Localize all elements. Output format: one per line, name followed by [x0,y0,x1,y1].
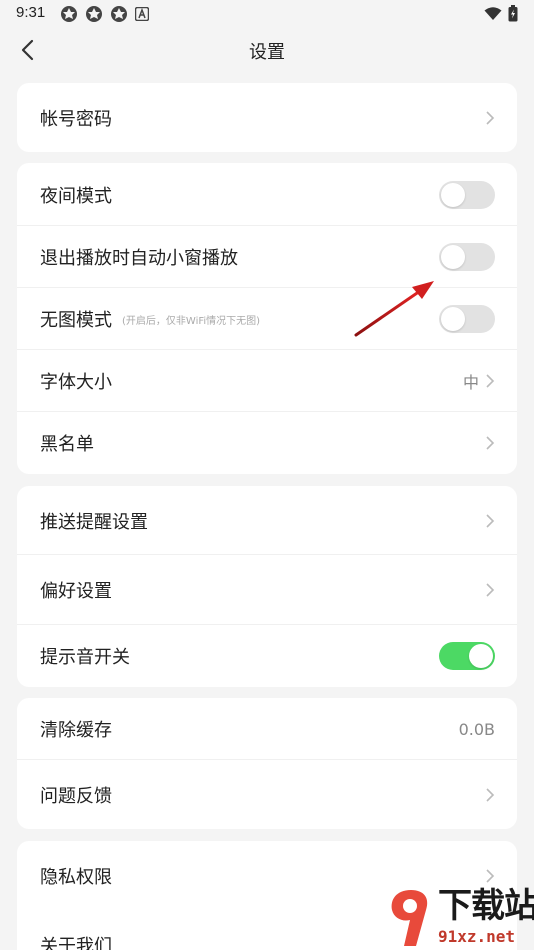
preferences-card: 推送提醒设置 偏好设置 提示音开关 [17,486,517,687]
preference-settings-row[interactable]: 偏好设置 [17,555,517,625]
app-bar: 设置 [0,28,534,72]
feedback-row[interactable]: 问题反馈 [17,760,517,829]
notification-sound-row: 提示音开关 [17,625,517,687]
night-mode-toggle[interactable] [439,180,495,209]
row-label: 清除缓存 [40,720,112,741]
font-size-value: 中 [462,373,479,392]
auto-mini-window-row: 退出播放时自动小窗播放 [17,226,517,288]
notification-app-icon [61,6,77,22]
no-image-mode-toggle[interactable] [439,305,495,333]
toggle-knob [441,182,465,207]
cache-size-value: 0.0B [458,719,495,739]
row-label: 关于我们 [40,936,112,950]
row-label: 黑名单 [40,434,94,455]
chevron-right-icon [486,583,495,597]
notification-app-icon [86,6,102,22]
chevron-right-icon [486,110,495,125]
row-label: 问题反馈 [40,785,112,807]
row-label: 提示音开关 [40,647,130,668]
night-mode-row: 夜间模式 [17,163,517,226]
row-hint: (开启后，仅非WiFi情况下无图) [122,315,261,327]
display-card: 夜间模式 退出播放时自动小窗播放 无图模式 (开启后，仅非WiFi情况下无图) … [17,163,517,474]
row-label: 帐号密码 [40,108,112,130]
chevron-right-icon [486,513,495,528]
site-logo-icon [391,890,428,946]
account-card: 帐号密码 [17,83,517,152]
toggle-knob [441,245,465,269]
font-notification-icon [135,7,149,21]
no-image-mode-row: 无图模式 (开启后，仅非WiFi情况下无图) [17,288,517,350]
watermark: 下载站 91xz.net [386,886,534,950]
system-icons [484,5,518,22]
row-label: 字体大小 [40,372,112,393]
clear-cache-row[interactable]: 清除缓存 0.0B [17,698,517,760]
row-label: 夜间模式 [40,185,112,207]
row-label: 推送提醒设置 [40,511,148,533]
wifi-icon [484,6,502,20]
storage-card: 清除缓存 0.0B 问题反馈 [17,698,517,829]
auto-mini-window-toggle[interactable] [439,243,495,271]
row-label: 隐私权限 [40,866,112,888]
chevron-right-icon [486,374,495,388]
chevron-right-icon [486,787,495,802]
status-bar: 9:31 [0,0,534,28]
push-settings-row[interactable]: 推送提醒设置 [17,486,517,555]
font-size-row[interactable]: 字体大小 中 [17,350,517,412]
notification-icons [60,5,149,23]
page-title: 设置 [249,42,285,63]
battery-icon [508,5,518,22]
notification-app-icon [111,6,127,22]
account-password-row[interactable]: 帐号密码 [17,83,517,152]
watermark-title: 下载站 [438,886,534,926]
row-label: 偏好设置 [40,581,112,602]
row-label: 无图模式 [40,310,112,331]
notification-sound-toggle[interactable] [439,642,495,670]
row-label: 退出播放时自动小窗播放 [40,248,238,269]
status-time: 9:31 [16,4,46,21]
blacklist-row[interactable]: 黑名单 [17,412,517,474]
chevron-right-icon [486,868,495,883]
toggle-knob [469,644,493,668]
watermark-url: 91xz.net [438,927,516,946]
toggle-knob [441,307,465,331]
chevron-right-icon [486,436,495,450]
